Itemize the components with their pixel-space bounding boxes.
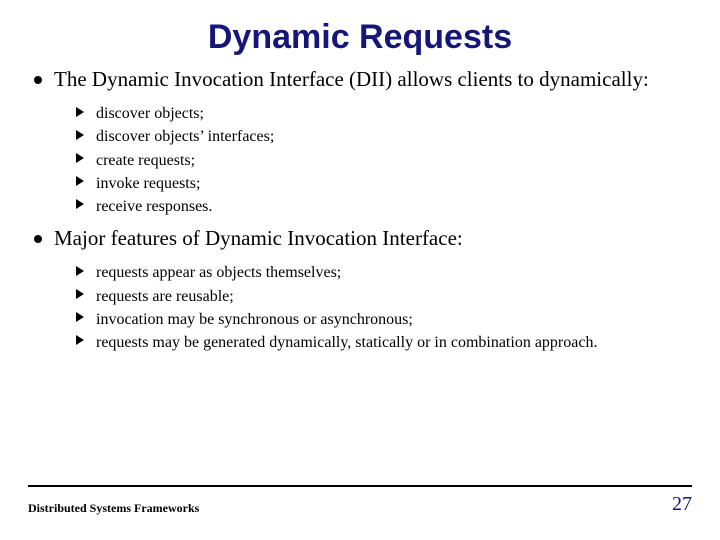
- list-item: requests appear as objects themselves;: [76, 261, 692, 284]
- list-item: Major features of Dynamic Invocation Int…: [30, 226, 692, 354]
- list-item-text: invoke requests;: [96, 175, 200, 192]
- slide-title: Dynamic Requests: [28, 18, 692, 57]
- list-item: create requests;: [76, 149, 692, 172]
- bullet-list-level1: The Dynamic Invocation Interface (DII) a…: [28, 67, 692, 354]
- bullet-list-level2: discover objects; discover objects’ inte…: [54, 102, 692, 218]
- list-item: requests are reusable;: [76, 285, 692, 308]
- list-item: invocation may be synchronous or asynchr…: [76, 308, 692, 331]
- list-item: discover objects;: [76, 102, 692, 125]
- list-item: invoke requests;: [76, 172, 692, 195]
- slide: Dynamic Requests The Dynamic Invocation …: [0, 0, 720, 540]
- list-item: The Dynamic Invocation Interface (DII) a…: [30, 67, 692, 218]
- list-item-text: discover objects;: [96, 105, 204, 122]
- list-item: requests may be generated dynamically, s…: [76, 331, 692, 354]
- list-item-text: create requests;: [96, 152, 195, 169]
- list-item-text: requests are reusable;: [96, 288, 234, 305]
- list-item-text: invocation may be synchronous or asynchr…: [96, 311, 413, 328]
- list-item-text: receive responses.: [96, 198, 212, 215]
- footer-row: Distributed Systems Frameworks 27: [28, 493, 692, 516]
- list-item-text: requests appear as objects themselves;: [96, 264, 341, 281]
- page-number: 27: [672, 493, 692, 516]
- list-item: receive responses.: [76, 195, 692, 218]
- footer-divider: [28, 485, 692, 487]
- footer-left-text: Distributed Systems Frameworks: [28, 501, 199, 516]
- footer: Distributed Systems Frameworks 27: [28, 485, 692, 516]
- list-item-text: The Dynamic Invocation Interface (DII) a…: [54, 67, 649, 91]
- list-item: discover objects’ interfaces;: [76, 125, 692, 148]
- bullet-list-level2: requests appear as objects themselves; r…: [54, 261, 692, 354]
- list-item-text: requests may be generated dynamically, s…: [96, 334, 597, 351]
- list-item-text: Major features of Dynamic Invocation Int…: [54, 226, 463, 250]
- list-item-text: discover objects’ interfaces;: [96, 128, 274, 145]
